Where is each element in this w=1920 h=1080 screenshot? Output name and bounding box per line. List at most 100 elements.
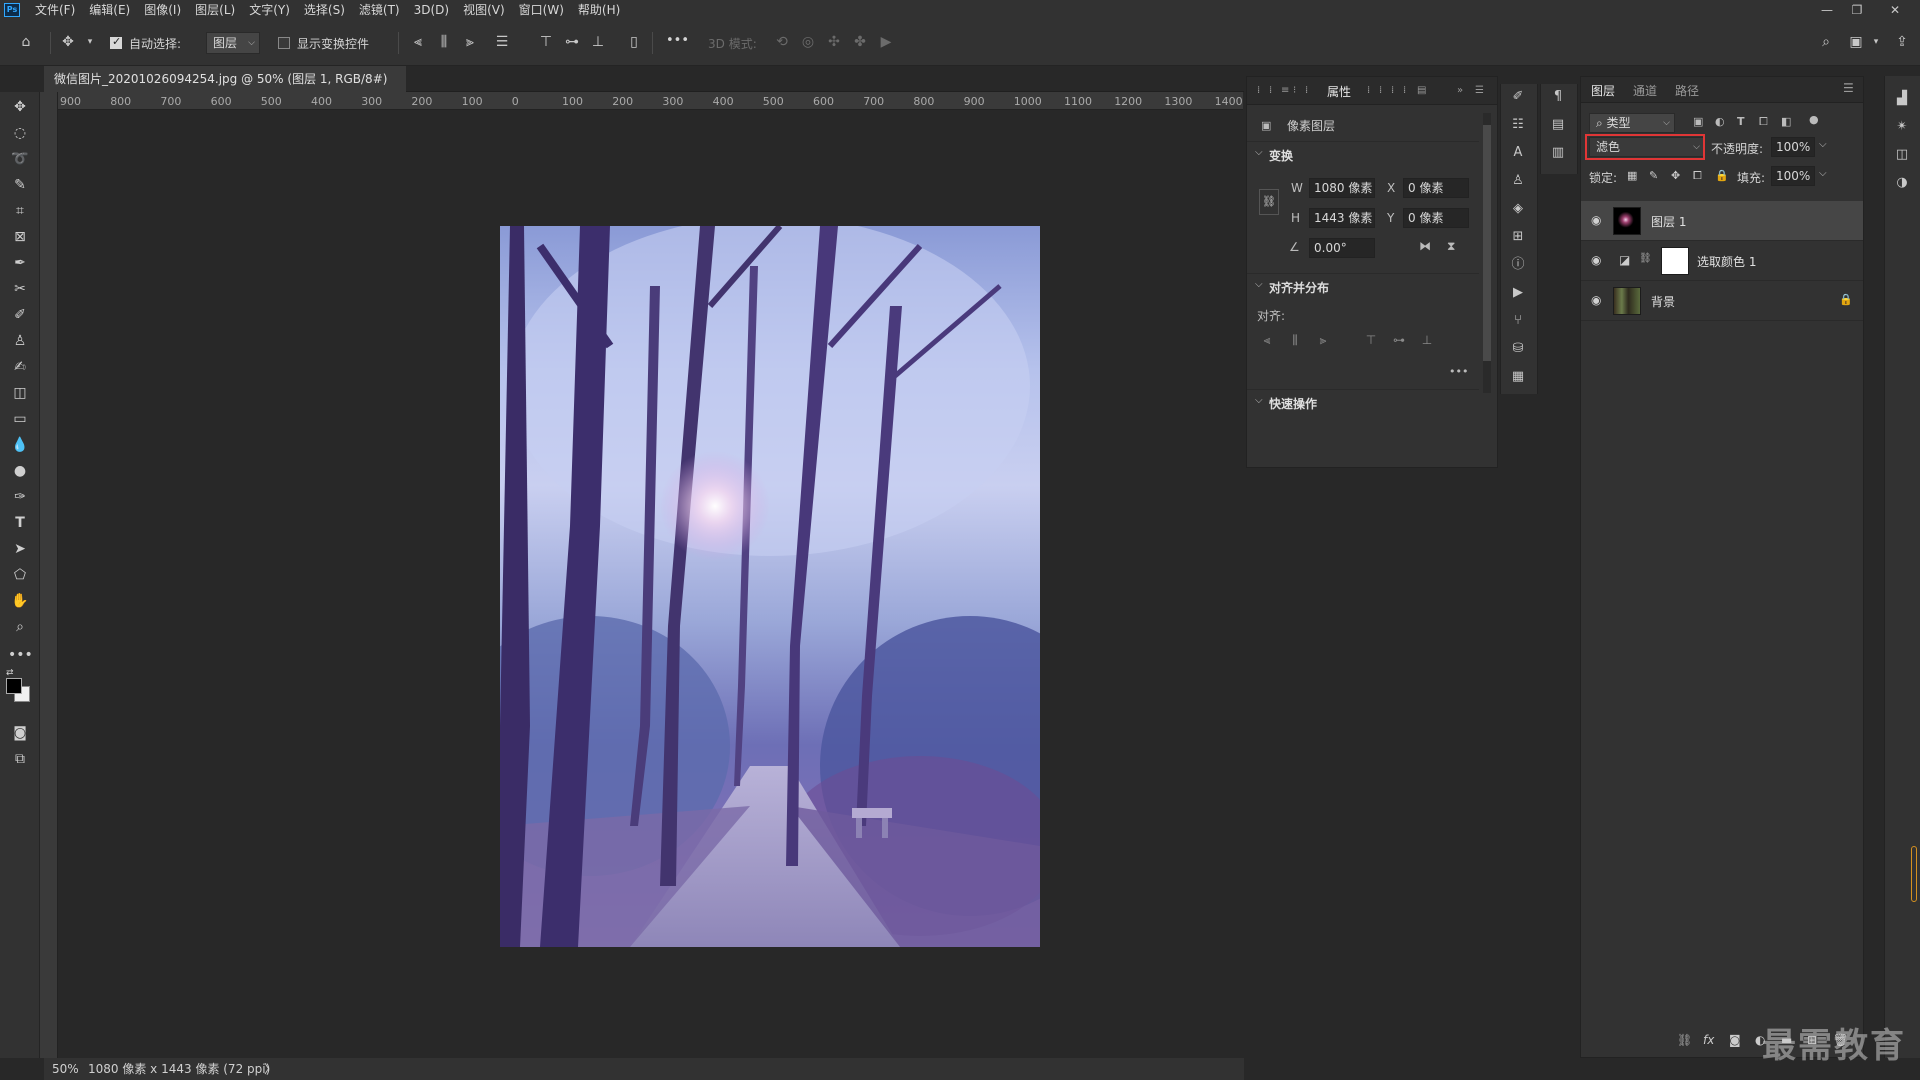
paragraph-styles-icon[interactable]: ▤ (1547, 114, 1569, 136)
crop-tool-icon[interactable]: ⌗ (8, 200, 32, 222)
layer-mask-thumbnail[interactable] (1661, 247, 1689, 275)
align-middle-v-icon[interactable]: ⊶ (1391, 333, 1407, 349)
lock-pixels-icon[interactable]: ✎ (1649, 169, 1658, 182)
stamp-tool-icon[interactable]: ♙ (8, 330, 32, 352)
link-dimensions-icon[interactable]: ⛓ (1259, 189, 1279, 215)
move-tool-icon[interactable]: ✥ (8, 96, 32, 118)
history-brush-icon[interactable]: ✍ (8, 356, 32, 378)
auto-select-checkbox[interactable] (110, 35, 122, 49)
align-right-icon[interactable]: ⫸ (460, 32, 480, 52)
zoom-tool-icon[interactable]: ⌕ (8, 616, 32, 638)
filter-pixel-icon[interactable]: ▣ (1693, 115, 1703, 128)
align-top-icon[interactable]: ⊤ (536, 32, 556, 52)
table-icon[interactable]: ▦ (1507, 366, 1529, 388)
menu-image[interactable]: 图像(I) (137, 0, 188, 20)
add-mask-icon[interactable]: ◙ (1729, 1033, 1741, 1047)
status-menu-arrow[interactable]: 〉 (264, 1058, 276, 1080)
panel-tab-icon[interactable]: ⁞ (1379, 85, 1382, 96)
tab-properties[interactable]: 属性 (1327, 83, 1351, 100)
panel-tab-icon[interactable]: ▤ (1417, 85, 1426, 96)
close-window-button[interactable]: ✕ (1880, 0, 1910, 20)
lock-transparency-icon[interactable]: ▦ (1627, 169, 1637, 182)
path-select-icon[interactable]: ➤ (8, 538, 32, 560)
menu-3d[interactable]: 3D(D) (407, 0, 456, 20)
visibility-eye-icon[interactable]: ◉ (1591, 293, 1601, 307)
panel-tab-icon[interactable]: ⁞ (1367, 85, 1370, 96)
width-field[interactable]: 1080 像素 (1309, 178, 1375, 198)
transform-section-title[interactable]: 变换 (1269, 147, 1293, 164)
shapes-icon[interactable]: ◈ (1507, 198, 1529, 220)
menu-file[interactable]: 文件(F) (28, 0, 82, 20)
marquee-tool-icon[interactable]: ◌ (8, 122, 32, 144)
align-center-h-icon[interactable]: ⫼ (434, 32, 454, 52)
navigator-icon[interactable]: ✴ (1891, 116, 1913, 138)
quick-mask-icon[interactable]: ◙ (8, 722, 32, 744)
mask-link-icon[interactable]: ⛓ (1639, 253, 1652, 264)
more-align-button[interactable]: ••• (1449, 365, 1468, 378)
brush-settings-icon[interactable]: ✐ (1507, 86, 1529, 108)
layer-row[interactable]: ◉ 背景 🔒 (1581, 281, 1863, 321)
menu-select[interactable]: 选择(S) (297, 0, 352, 20)
actions-play-icon[interactable]: ▶ (1507, 282, 1529, 304)
3d-icon[interactable]: ⛁ (1507, 338, 1529, 360)
chevron-down-icon[interactable]: ⌵ (1255, 279, 1263, 290)
3d-roll-icon[interactable]: ◎ (798, 32, 818, 52)
menu-view[interactable]: 视图(V) (456, 0, 512, 20)
flip-horizontal-icon[interactable]: ⧓ (1419, 239, 1431, 253)
auto-select-target-dropdown[interactable]: 图层 ⌵ (206, 32, 260, 54)
panel-scroll-indicator[interactable] (1911, 846, 1917, 902)
paragraph-icon[interactable]: ¶ (1547, 86, 1569, 108)
layer-filter-dropdown[interactable]: ⌕ 类型 ⌵ (1589, 113, 1675, 133)
align-bottom-icon[interactable]: ⊥ (588, 32, 608, 52)
tab-channels[interactable]: 通道 (1633, 82, 1657, 99)
brush-tool-icon[interactable]: ✐ (8, 304, 32, 326)
layer-name[interactable]: 背景 (1651, 293, 1675, 310)
quick-select-tool-icon[interactable]: ✎ (8, 174, 32, 196)
scrollbar-thumb[interactable] (1483, 125, 1491, 361)
3d-scale-icon[interactable]: ▶ (876, 32, 896, 52)
screen-mode-icon[interactable]: ⧉ (8, 748, 32, 770)
visibility-eye-icon[interactable]: ◉ (1591, 213, 1601, 227)
workspace-icon[interactable]: ▣ (1846, 32, 1866, 52)
align-top-icon[interactable]: ⊤ (1363, 333, 1379, 349)
panel-tab-icon[interactable]: ⁞ (1269, 85, 1272, 96)
info-icon[interactable]: ⓘ (1507, 254, 1529, 276)
angle-field[interactable]: 0.00° (1309, 238, 1375, 258)
horizontal-ruler[interactable]: 900 800 700 600 500 400 300 200 100 0 100 200 300 400… (58, 92, 1243, 110)
restore-button[interactable]: ❐ (1842, 0, 1872, 20)
link-layers-icon[interactable]: ⛓ (1677, 1033, 1692, 1047)
paths-icon[interactable]: ⑂ (1507, 310, 1529, 332)
adjustments-icon[interactable]: ◑ (1891, 172, 1913, 194)
menu-type[interactable]: 文字(Y) (242, 0, 297, 20)
share-icon[interactable]: ⇪ (1892, 32, 1912, 52)
foreground-color-swatch[interactable] (6, 678, 22, 694)
vertical-ruler[interactable] (40, 92, 58, 1058)
align-right-icon[interactable]: ⫸ (1315, 333, 1331, 349)
zoom-level[interactable]: 50% (52, 1058, 79, 1080)
lock-position-icon[interactable]: ✥ (1671, 169, 1680, 182)
more-tools-icon[interactable]: ••• (8, 644, 33, 666)
chevron-down-icon[interactable]: ⌵ (1819, 168, 1827, 179)
visibility-eye-icon[interactable]: ◉ (1591, 253, 1601, 267)
lasso-tool-icon[interactable]: ➰ (8, 148, 32, 170)
panel-menu-icon[interactable]: ☰ (1475, 85, 1484, 96)
search-icon[interactable]: ⌕ (1816, 32, 1836, 52)
shape-tool-icon[interactable]: ⬠ (8, 564, 32, 586)
layer-row[interactable]: ◉ ◪ ⛓ 选取颜色 1 (1581, 241, 1863, 281)
menu-help[interactable]: 帮助(H) (571, 0, 627, 20)
eyedropper-tool-icon[interactable]: ✒ (8, 252, 32, 274)
align-center-h-icon[interactable]: ⫼ (1287, 333, 1303, 349)
opacity-field[interactable]: 100% (1771, 137, 1815, 157)
align-bottom-icon[interactable]: ⊥ (1419, 333, 1435, 349)
document-tab[interactable]: 微信图片_20201026094254.jpg @ 50% (图层 1, RGB… (44, 66, 406, 112)
panel-tab-icon[interactable]: ≡ (1281, 85, 1289, 96)
panel-tab-icon[interactable]: ⁞ (1391, 85, 1394, 96)
swap-colors-icon[interactable]: ⇄ (6, 668, 14, 678)
menu-filter[interactable]: 滤镜(T) (352, 0, 407, 20)
hand-tool-icon[interactable]: ✋ (8, 590, 32, 612)
healing-tool-icon[interactable]: ✂ (8, 278, 32, 300)
layer-name[interactable]: 选取颜色 1 (1697, 253, 1756, 270)
align-left-icon[interactable]: ⫷ (408, 32, 428, 52)
minimize-button[interactable]: — (1812, 0, 1842, 20)
lock-all-icon[interactable]: 🔒 (1715, 169, 1729, 182)
